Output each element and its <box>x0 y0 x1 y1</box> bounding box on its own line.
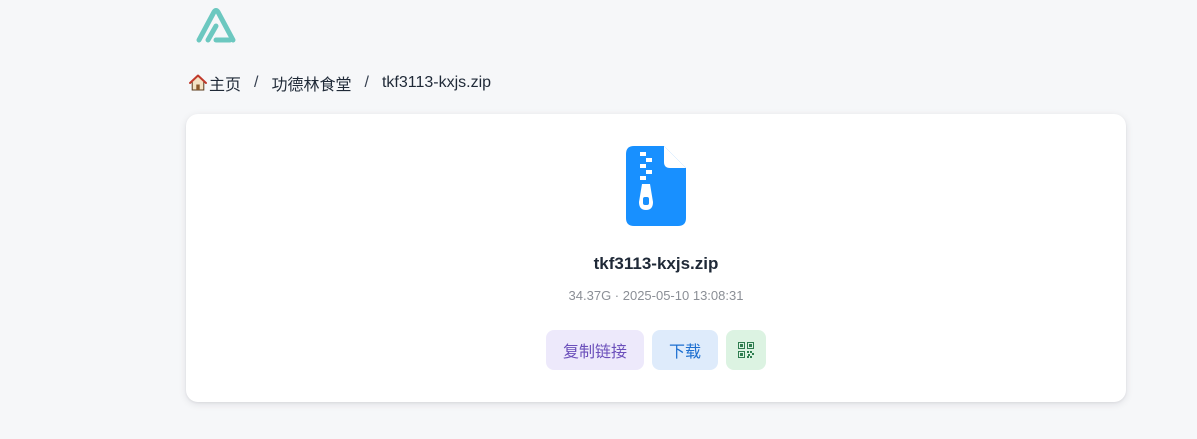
file-meta: 34.37G · 2025-05-10 13:08:31 <box>568 288 744 303</box>
breadcrumb-home-label: 主页 <box>209 77 242 94</box>
logo-icon <box>196 8 236 43</box>
breadcrumb: 主页 / 功德林食堂 / tkf3113-kxjs.zip <box>189 72 491 94</box>
copy-link-button[interactable]: 复制链接 <box>546 330 644 370</box>
file-card: tkf3113-kxjs.zip 34.37G · 2025-05-10 13:… <box>186 114 1126 402</box>
qr-code-button[interactable] <box>726 330 766 370</box>
qr-code-icon <box>738 342 754 358</box>
breadcrumb-separator: / <box>364 74 369 91</box>
breadcrumb-current-file: tkf3113-kxjs.zip <box>381 74 492 91</box>
home-icon <box>189 74 207 91</box>
breadcrumb-home[interactable]: 主页 <box>189 71 241 95</box>
file-actions: 复制链接 下载 <box>546 330 766 370</box>
download-button[interactable]: 下载 <box>652 330 718 370</box>
breadcrumb-separator: / <box>254 74 259 91</box>
breadcrumb-folder[interactable]: 功德林食堂 <box>271 71 351 95</box>
zip-file-icon <box>626 146 686 226</box>
file-name: tkf3113-kxjs.zip <box>593 254 719 273</box>
site-logo[interactable] <box>194 6 238 44</box>
